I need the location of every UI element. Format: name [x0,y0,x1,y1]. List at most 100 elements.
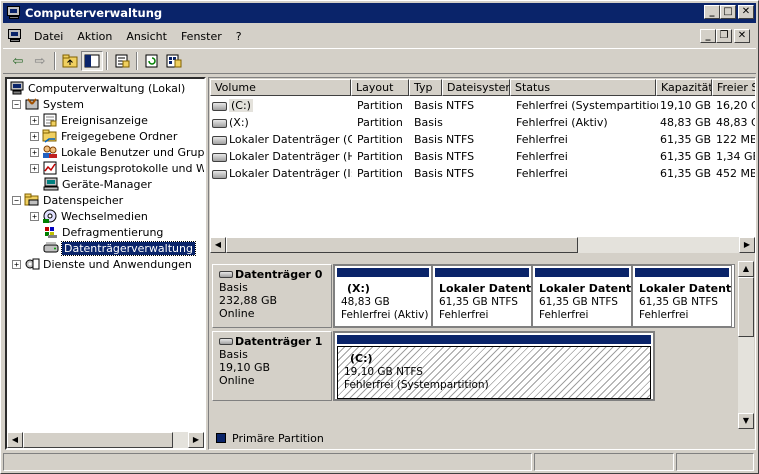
volume-cell-text: Basis [414,99,443,112]
menu-datei[interactable]: Datei [27,30,70,43]
legend-primary-label: Primäre Partition [232,431,324,445]
volume-cell: 61,35 GB [660,165,714,182]
expand-icon[interactable]: + [30,163,39,173]
scroll-left-icon[interactable]: ◀ [7,432,23,448]
partition-title: (C:) [350,352,373,365]
partition-block[interactable]: Lokaler Datentr 61,35 GB NTFS Fehlerfrei [632,265,732,327]
partition-block[interactable]: (X:) 48,83 GB Fehlerfrei (Aktiv) [334,265,432,327]
disk-label[interactable]: Datenträger 0 Basis 232,88 GB Online [212,264,332,328]
tree-dienste[interactable]: + Dienste und Anwendungen [12,256,192,272]
column-freier-speicher[interactable]: Freier Speicher [712,79,755,96]
maximize-button[interactable]: □ [720,5,736,19]
disk-row[interactable]: Datenträger 1 Basis 19,10 GB Online (C:) 19,1… [212,331,738,401]
partition-title: (X:) [347,282,370,295]
expand-icon[interactable]: + [30,147,39,157]
partition-block[interactable]: Lokaler Datent 61,35 GB NTFS Fehlerfrei [532,265,632,327]
volume-drive-icon [212,101,227,111]
collapse-icon[interactable]: − [12,99,21,109]
volume-row[interactable]: (X:) Partition Basis Fehlerfrei (Aktiv) 48,8… [210,114,755,131]
graph-vertical-scrollbar[interactable]: ▲ ▼ [738,261,754,429]
menu-help[interactable]: ? [229,30,249,43]
close-button[interactable]: ✕ [738,5,754,19]
partition-title: Lokaler Datent [439,282,531,295]
show-tree-icon[interactable] [81,51,103,71]
tree-defragmentierung[interactable]: Defragmentierung [43,224,163,240]
disk-graphical-view[interactable]: Datenträger 0 Basis 232,88 GB Online (X:) 48,… [210,261,755,449]
column-dateisystem[interactable]: Dateisystem [442,79,510,96]
properties-icon[interactable] [111,51,133,71]
forward-arrow-icon[interactable]: ⇨ [29,51,51,71]
volume-cell-text: Fehlerfrei [516,133,568,146]
volume-cell-text: 61,35 GB [660,150,712,163]
expand-icon[interactable]: + [30,115,39,125]
tree-geraete-manager[interactable]: Geräte-Manager [43,176,152,192]
mdi-minimize-button[interactable]: _ [700,29,716,43]
volume-cell-text: Partition [357,150,403,163]
menu-bar: Datei Aktion Ansicht Fenster ? _ ❐ ✕ [3,25,756,47]
refresh-icon[interactable] [141,51,163,71]
menu-fenster[interactable]: Fenster [174,30,229,43]
tree-datenspeicher[interactable]: − Datenspeicher [12,192,123,208]
disk-state: Online [219,374,255,387]
export-list-icon[interactable] [163,51,185,71]
tree-wechselmedien[interactable]: + Wechselmedien [30,208,148,224]
title-bar[interactable]: Computerverwaltung _ □ ✕ [3,3,756,23]
volume-cell: Basis [414,165,444,182]
scroll-down-icon[interactable]: ▼ [738,413,754,429]
minimize-button[interactable]: _ [704,5,720,19]
column-typ[interactable]: Typ [409,79,442,96]
column-status[interactable]: Status [510,79,656,96]
volume-cell-text: Fehlerfrei [516,167,568,180]
scroll-thumb[interactable] [226,237,578,253]
menu-aktion[interactable]: Aktion [70,30,119,43]
mdi-close-button[interactable]: ✕ [734,29,750,43]
volume-row[interactable]: Lokaler Datenträger (I:) Partition Basis NT… [210,165,755,182]
collapse-icon[interactable]: − [12,195,21,205]
disk-type: Basis [219,348,248,361]
scroll-right-icon[interactable]: ▶ [188,432,204,448]
scroll-left-icon[interactable]: ◀ [210,237,226,253]
tree-leistungsprotokolle[interactable]: + Leistungsprotokolle und Warnungen [30,160,204,176]
volume-list[interactable]: Volume Layout Typ Dateisystem Status Kap… [210,79,755,253]
back-arrow-icon[interactable]: ⇦ [7,51,29,71]
tree-horizontal-scrollbar[interactable]: ◀ ▶ [7,432,204,448]
volume-cell-text: NTFS [446,99,475,112]
legend: Primäre Partition [208,428,538,448]
scroll-right-icon[interactable]: ▶ [739,237,755,253]
menu-ansicht[interactable]: Ansicht [119,30,174,43]
partition-block[interactable]: (C:) 19,10 GB NTFS Fehlerfrei (Systemparti… [334,332,654,400]
disk-label[interactable]: Datenträger 1 Basis 19,10 GB Online [212,331,332,401]
column-kapazitaet[interactable]: Kapazität [656,79,712,96]
volume-cell [446,114,514,131]
scroll-up-icon[interactable]: ▲ [738,261,754,277]
list-horizontal-scrollbar[interactable]: ◀ ▶ [210,237,755,253]
tree-datentraegerverwaltung[interactable]: Datenträgerverwaltung [43,240,196,256]
volume-row[interactable]: (C:) Partition Basis NTFS Fehlerfrei (System… [210,97,755,114]
tree-system[interactable]: − System [12,96,84,112]
mdi-restore-button[interactable]: ❐ [716,29,732,43]
primary-partition-bar [535,268,629,277]
console-tree[interactable]: Computerverwaltung (Lokal) − System + Er… [5,77,206,450]
partition-info: Lokaler Datentr 61,35 GB NTFS Fehlerfrei [633,277,731,322]
computer-icon [9,81,25,95]
partition-block[interactable]: Lokaler Datent 61,35 GB NTFS Fehlerfrei [432,265,532,327]
shared-folder-icon [42,129,58,143]
tree-freigegebene-ordner[interactable]: + Freigegebene Ordner [30,128,177,144]
scroll-thumb[interactable] [23,432,173,448]
volume-cell: Basis [414,148,444,165]
mdi-window-icon[interactable] [7,29,23,43]
expand-icon[interactable]: + [30,211,39,221]
expand-icon[interactable]: + [12,259,21,269]
scroll-thumb[interactable] [738,277,754,337]
disk-row[interactable]: Datenträger 0 Basis 232,88 GB Online (X:) 48,… [212,264,738,328]
column-layout[interactable]: Layout [351,79,409,96]
tree-lokale-benutzer[interactable]: + Lokale Benutzer und Gruppen [30,144,204,160]
volume-row[interactable]: Lokaler Datenträger (H:) Partition Basis NT… [210,148,755,165]
up-folder-icon[interactable] [59,51,81,71]
expand-icon[interactable]: + [30,131,39,141]
volume-cell: 61,35 GB [660,148,714,165]
tree-ereignisanzeige[interactable]: + Ereignisanzeige [30,112,148,128]
volume-row[interactable]: Lokaler Datenträger (G:) Partition Basis NT… [210,131,755,148]
tree-root[interactable]: Computerverwaltung (Lokal) [9,80,185,96]
column-volume[interactable]: Volume [210,79,351,96]
